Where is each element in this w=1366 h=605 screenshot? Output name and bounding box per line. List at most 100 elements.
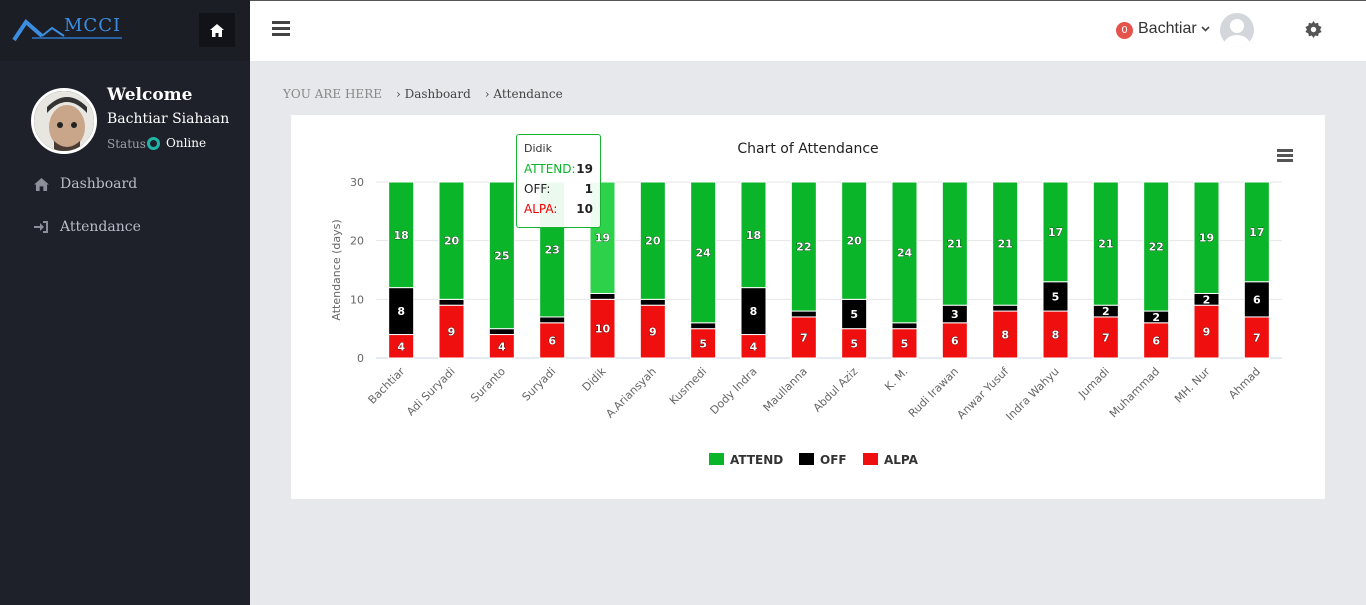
data-label: 5 — [1052, 290, 1060, 303]
data-label: 24 — [696, 246, 712, 259]
notification-badge[interactable]: 0 — [1116, 22, 1133, 39]
sidebar: MCCI Welcome Bachtiar Siahaan Status Onl… — [0, 0, 250, 605]
data-label: 23 — [545, 243, 560, 256]
y-tick-label: 0 — [357, 352, 364, 365]
x-tick-label: Rudi Irawan — [906, 365, 961, 420]
topbar: 0 Bachtiar — [250, 0, 1366, 61]
attendance-chart: 0 10 20 30 Attendance (days) 4 8 18 Bachtiar 9 20 A… — [330, 176, 1282, 467]
brand-name: MCCI — [64, 15, 122, 36]
data-label: 9 — [448, 326, 456, 339]
legend-swatch — [863, 453, 878, 465]
gear-icon[interactable] — [1305, 21, 1322, 38]
x-tick-label: Ahmad — [1226, 365, 1263, 402]
x-tick-label: Muhammad — [1107, 365, 1162, 420]
user-avatar[interactable] — [1220, 13, 1254, 47]
data-label: 18 — [746, 229, 761, 242]
data-label: 3 — [951, 308, 959, 321]
tooltip-row-attend: ATTEND: 19 — [524, 162, 593, 176]
y-tick-label: 10 — [350, 293, 364, 306]
x-tick-label: Jumadi — [1075, 365, 1112, 402]
data-label: 21 — [998, 238, 1013, 251]
data-label: 2 — [1152, 311, 1160, 324]
data-label: 5 — [699, 337, 707, 350]
chevron-down-icon[interactable] — [1201, 26, 1210, 32]
legend-item-attend: ATTEND — [730, 453, 783, 467]
data-label: 8 — [750, 305, 758, 318]
data-label: 2 — [1102, 305, 1110, 318]
status-online-icon — [147, 137, 160, 150]
data-label: 8 — [1052, 329, 1060, 342]
sidebar-item-dashboard[interactable]: Dashboard — [34, 174, 137, 194]
sign-in-icon — [34, 219, 50, 235]
status-value: Online — [166, 136, 207, 150]
bar-off — [438, 298, 465, 306]
y-tick-label: 20 — [350, 235, 364, 248]
sidebar-item-attendance[interactable]: Attendance — [34, 217, 141, 237]
data-label: 9 — [649, 326, 657, 339]
tooltip-row-off: OFF: 1 — [524, 182, 593, 196]
legend-item-off: OFF — [820, 453, 847, 467]
x-tick-label: Kusmedi — [667, 365, 709, 407]
chart-tooltip: Didik ATTEND: 19 OFF: 1 ALPA: 10 — [516, 134, 601, 228]
x-tick-label: Suryadi — [520, 365, 559, 404]
data-label: 21 — [1098, 238, 1113, 251]
data-label: 10 — [595, 323, 611, 336]
avatar — [31, 88, 97, 154]
data-label: 2 — [1203, 293, 1211, 306]
data-label: 5 — [850, 308, 858, 321]
data-label: 8 — [1001, 329, 1009, 342]
x-tick-label: Adi Suryadi — [404, 365, 457, 418]
chart-card: Chart of Attendance 0 10 20 30 Attendance (d… — [291, 115, 1325, 499]
user-menu-name[interactable]: Bachtiar — [1138, 20, 1197, 38]
bar-off — [639, 298, 666, 306]
bar-off — [488, 328, 515, 336]
breadcrumb-item-dashboard[interactable]: › Dashboard — [396, 87, 471, 101]
x-tick-label: Maullanna — [761, 365, 810, 414]
welcome-heading: Welcome — [107, 85, 193, 105]
sidebar-item-label: Dashboard — [60, 176, 138, 192]
y-axis-label: Attendance (days) — [330, 219, 343, 320]
bar-off — [790, 310, 817, 318]
data-label: 17 — [1249, 226, 1264, 239]
breadcrumb: YOU ARE HERE › Dashboard › Attendance — [283, 87, 563, 101]
x-tick-label: Dody Indra — [708, 365, 760, 417]
x-tick-label: Suranto — [468, 365, 508, 405]
data-label: 6 — [548, 334, 556, 347]
status-label: Status — [107, 137, 146, 151]
x-tick-label: A.Ariansyah — [603, 365, 659, 421]
brand-bar: MCCI — [0, 0, 250, 61]
data-label: 20 — [847, 235, 863, 248]
x-tick-label: MH. Nur — [1172, 365, 1213, 406]
data-label: 18 — [394, 229, 409, 242]
data-label: 19 — [595, 232, 610, 245]
data-label: 6 — [951, 334, 959, 347]
user-name: Bachtiar Siahaan — [107, 111, 230, 127]
home-button[interactable] — [199, 13, 235, 47]
x-tick-label: Indra Wahyu — [1003, 365, 1061, 423]
sidebar-item-label: Attendance — [60, 219, 141, 235]
data-label: 9 — [1203, 326, 1211, 339]
home-icon — [34, 176, 50, 192]
data-label: 22 — [796, 241, 811, 254]
x-tick-label: K. M. — [882, 365, 910, 393]
legend-swatch — [709, 453, 724, 465]
data-label: 19 — [1199, 232, 1214, 245]
data-label: 4 — [397, 340, 405, 353]
breadcrumb-item-attendance: › Attendance — [484, 87, 563, 101]
y-tick-label: 30 — [350, 176, 364, 189]
data-label: 17 — [1048, 226, 1063, 239]
menu-toggle-icon[interactable] — [272, 21, 290, 37]
legend-swatch — [799, 453, 814, 465]
tooltip-row-alpa: ALPA: 10 — [524, 202, 593, 216]
data-label: 7 — [800, 331, 808, 344]
bar-off — [891, 322, 918, 330]
bar-off — [992, 304, 1019, 312]
data-label: 22 — [1149, 241, 1164, 254]
data-label: 21 — [947, 238, 962, 251]
data-label: 25 — [494, 249, 509, 262]
x-tick-label: Abdul Aziz — [811, 365, 861, 415]
data-label: 24 — [897, 246, 913, 259]
bar-off — [589, 292, 616, 300]
data-label: 8 — [397, 305, 405, 318]
bar-off — [539, 316, 566, 324]
